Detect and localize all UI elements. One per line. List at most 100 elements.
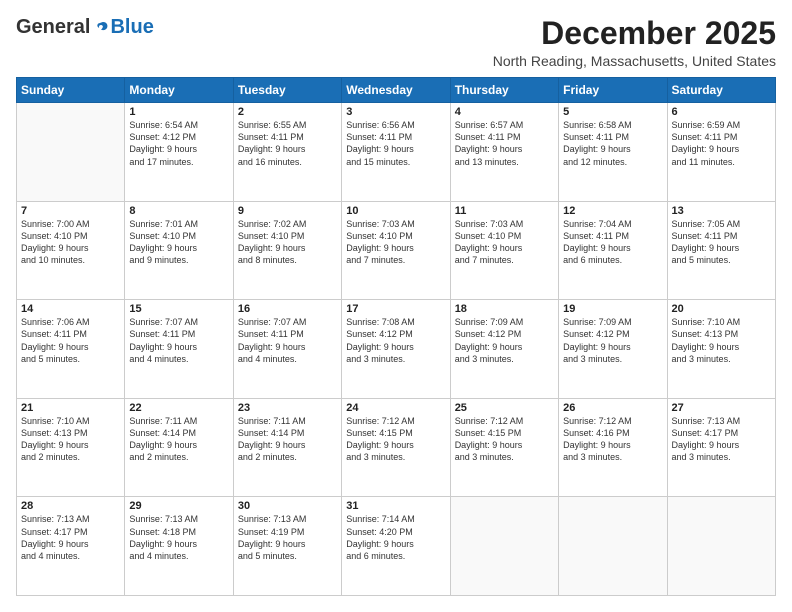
calendar-week-row: 21Sunrise: 7:10 AM Sunset: 4:13 PM Dayli…	[17, 398, 776, 497]
day-number: 10	[346, 205, 445, 217]
calendar-cell: 8Sunrise: 7:01 AM Sunset: 4:10 PM Daylig…	[125, 201, 233, 300]
day-info: Sunrise: 7:00 AM Sunset: 4:10 PM Dayligh…	[21, 218, 120, 267]
logo-bird-icon	[92, 19, 110, 37]
calendar-header-wednesday: Wednesday	[342, 78, 450, 103]
calendar-cell: 11Sunrise: 7:03 AM Sunset: 4:10 PM Dayli…	[450, 201, 558, 300]
calendar-cell: 6Sunrise: 6:59 AM Sunset: 4:11 PM Daylig…	[667, 103, 775, 202]
day-info: Sunrise: 6:59 AM Sunset: 4:11 PM Dayligh…	[672, 119, 771, 168]
calendar-cell: 24Sunrise: 7:12 AM Sunset: 4:15 PM Dayli…	[342, 398, 450, 497]
day-info: Sunrise: 6:55 AM Sunset: 4:11 PM Dayligh…	[238, 119, 337, 168]
title-block: December 2025 North Reading, Massachuset…	[493, 16, 776, 69]
day-number: 9	[238, 205, 337, 217]
calendar-cell: 2Sunrise: 6:55 AM Sunset: 4:11 PM Daylig…	[233, 103, 341, 202]
day-info: Sunrise: 6:54 AM Sunset: 4:12 PM Dayligh…	[129, 119, 228, 168]
day-number: 5	[563, 106, 662, 118]
day-info: Sunrise: 7:03 AM Sunset: 4:10 PM Dayligh…	[346, 218, 445, 267]
day-number: 23	[238, 402, 337, 414]
calendar-cell: 31Sunrise: 7:14 AM Sunset: 4:20 PM Dayli…	[342, 497, 450, 596]
calendar-cell: 5Sunrise: 6:58 AM Sunset: 4:11 PM Daylig…	[559, 103, 667, 202]
calendar-cell: 23Sunrise: 7:11 AM Sunset: 4:14 PM Dayli…	[233, 398, 341, 497]
day-number: 30	[238, 500, 337, 512]
logo-blue-text: Blue	[110, 16, 153, 39]
day-info: Sunrise: 7:04 AM Sunset: 4:11 PM Dayligh…	[563, 218, 662, 267]
day-number: 20	[672, 303, 771, 315]
calendar-cell: 13Sunrise: 7:05 AM Sunset: 4:11 PM Dayli…	[667, 201, 775, 300]
month-title: December 2025	[493, 16, 776, 51]
day-number: 22	[129, 402, 228, 414]
day-info: Sunrise: 7:14 AM Sunset: 4:20 PM Dayligh…	[346, 513, 445, 562]
day-info: Sunrise: 6:58 AM Sunset: 4:11 PM Dayligh…	[563, 119, 662, 168]
day-number: 15	[129, 303, 228, 315]
calendar-header-thursday: Thursday	[450, 78, 558, 103]
day-number: 26	[563, 402, 662, 414]
calendar-cell: 15Sunrise: 7:07 AM Sunset: 4:11 PM Dayli…	[125, 300, 233, 399]
calendar-week-row: 1Sunrise: 6:54 AM Sunset: 4:12 PM Daylig…	[17, 103, 776, 202]
day-info: Sunrise: 7:03 AM Sunset: 4:10 PM Dayligh…	[455, 218, 554, 267]
day-number: 3	[346, 106, 445, 118]
day-number: 13	[672, 205, 771, 217]
day-info: Sunrise: 7:06 AM Sunset: 4:11 PM Dayligh…	[21, 316, 120, 365]
day-number: 17	[346, 303, 445, 315]
calendar-cell	[17, 103, 125, 202]
calendar-week-row: 7Sunrise: 7:00 AM Sunset: 4:10 PM Daylig…	[17, 201, 776, 300]
day-info: Sunrise: 6:56 AM Sunset: 4:11 PM Dayligh…	[346, 119, 445, 168]
day-number: 27	[672, 402, 771, 414]
day-number: 11	[455, 205, 554, 217]
calendar-cell: 25Sunrise: 7:12 AM Sunset: 4:15 PM Dayli…	[450, 398, 558, 497]
calendar-cell: 20Sunrise: 7:10 AM Sunset: 4:13 PM Dayli…	[667, 300, 775, 399]
day-number: 7	[21, 205, 120, 217]
header: General Blue December 2025 North Reading…	[16, 16, 776, 69]
day-info: Sunrise: 6:57 AM Sunset: 4:11 PM Dayligh…	[455, 119, 554, 168]
calendar-header-tuesday: Tuesday	[233, 78, 341, 103]
day-number: 16	[238, 303, 337, 315]
calendar-header-friday: Friday	[559, 78, 667, 103]
calendar-cell: 4Sunrise: 6:57 AM Sunset: 4:11 PM Daylig…	[450, 103, 558, 202]
day-number: 2	[238, 106, 337, 118]
calendar-cell: 1Sunrise: 6:54 AM Sunset: 4:12 PM Daylig…	[125, 103, 233, 202]
calendar-cell: 27Sunrise: 7:13 AM Sunset: 4:17 PM Dayli…	[667, 398, 775, 497]
calendar-header-saturday: Saturday	[667, 78, 775, 103]
day-number: 1	[129, 106, 228, 118]
calendar-header-monday: Monday	[125, 78, 233, 103]
calendar-cell: 22Sunrise: 7:11 AM Sunset: 4:14 PM Dayli…	[125, 398, 233, 497]
calendar-cell: 12Sunrise: 7:04 AM Sunset: 4:11 PM Dayli…	[559, 201, 667, 300]
day-info: Sunrise: 7:10 AM Sunset: 4:13 PM Dayligh…	[21, 415, 120, 464]
calendar-cell: 9Sunrise: 7:02 AM Sunset: 4:10 PM Daylig…	[233, 201, 341, 300]
calendar-cell: 17Sunrise: 7:08 AM Sunset: 4:12 PM Dayli…	[342, 300, 450, 399]
day-info: Sunrise: 7:07 AM Sunset: 4:11 PM Dayligh…	[129, 316, 228, 365]
day-number: 8	[129, 205, 228, 217]
calendar-cell: 28Sunrise: 7:13 AM Sunset: 4:17 PM Dayli…	[17, 497, 125, 596]
calendar-cell: 30Sunrise: 7:13 AM Sunset: 4:19 PM Dayli…	[233, 497, 341, 596]
calendar-week-row: 14Sunrise: 7:06 AM Sunset: 4:11 PM Dayli…	[17, 300, 776, 399]
day-number: 21	[21, 402, 120, 414]
day-info: Sunrise: 7:07 AM Sunset: 4:11 PM Dayligh…	[238, 316, 337, 365]
calendar-header-sunday: Sunday	[17, 78, 125, 103]
day-number: 18	[455, 303, 554, 315]
calendar-table: SundayMondayTuesdayWednesdayThursdayFrid…	[16, 77, 776, 596]
calendar-week-row: 28Sunrise: 7:13 AM Sunset: 4:17 PM Dayli…	[17, 497, 776, 596]
calendar-cell	[667, 497, 775, 596]
day-info: Sunrise: 7:13 AM Sunset: 4:19 PM Dayligh…	[238, 513, 337, 562]
calendar-cell: 16Sunrise: 7:07 AM Sunset: 4:11 PM Dayli…	[233, 300, 341, 399]
day-info: Sunrise: 7:12 AM Sunset: 4:16 PM Dayligh…	[563, 415, 662, 464]
calendar-cell: 21Sunrise: 7:10 AM Sunset: 4:13 PM Dayli…	[17, 398, 125, 497]
day-number: 12	[563, 205, 662, 217]
day-info: Sunrise: 7:10 AM Sunset: 4:13 PM Dayligh…	[672, 316, 771, 365]
day-info: Sunrise: 7:11 AM Sunset: 4:14 PM Dayligh…	[129, 415, 228, 464]
calendar-cell: 19Sunrise: 7:09 AM Sunset: 4:12 PM Dayli…	[559, 300, 667, 399]
day-info: Sunrise: 7:13 AM Sunset: 4:17 PM Dayligh…	[672, 415, 771, 464]
day-info: Sunrise: 7:01 AM Sunset: 4:10 PM Dayligh…	[129, 218, 228, 267]
day-number: 28	[21, 500, 120, 512]
calendar-cell: 29Sunrise: 7:13 AM Sunset: 4:18 PM Dayli…	[125, 497, 233, 596]
day-number: 6	[672, 106, 771, 118]
calendar-cell	[559, 497, 667, 596]
day-info: Sunrise: 7:08 AM Sunset: 4:12 PM Dayligh…	[346, 316, 445, 365]
day-number: 25	[455, 402, 554, 414]
calendar-cell: 3Sunrise: 6:56 AM Sunset: 4:11 PM Daylig…	[342, 103, 450, 202]
day-number: 29	[129, 500, 228, 512]
day-info: Sunrise: 7:11 AM Sunset: 4:14 PM Dayligh…	[238, 415, 337, 464]
day-info: Sunrise: 7:12 AM Sunset: 4:15 PM Dayligh…	[346, 415, 445, 464]
day-info: Sunrise: 7:02 AM Sunset: 4:10 PM Dayligh…	[238, 218, 337, 267]
day-info: Sunrise: 7:09 AM Sunset: 4:12 PM Dayligh…	[455, 316, 554, 365]
calendar-cell: 26Sunrise: 7:12 AM Sunset: 4:16 PM Dayli…	[559, 398, 667, 497]
